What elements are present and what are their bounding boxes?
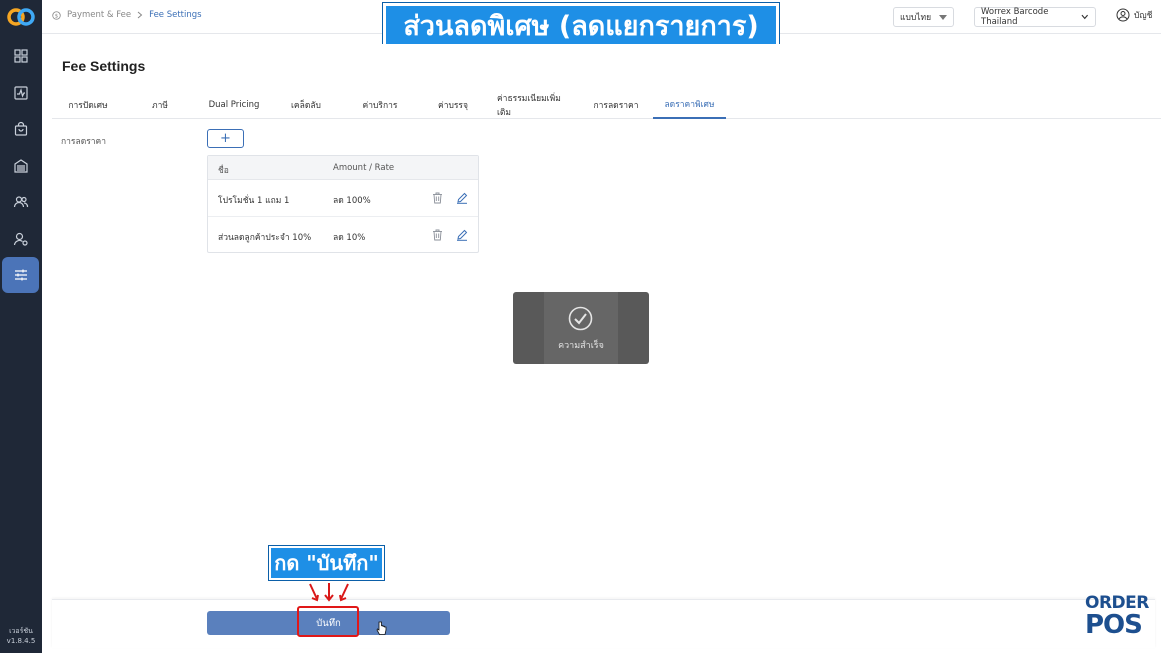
tab-discount[interactable]: การลดราคา bbox=[591, 91, 641, 119]
page-title: Fee Settings bbox=[62, 58, 146, 74]
edit-button[interactable] bbox=[455, 191, 469, 205]
check-circle-icon bbox=[568, 306, 593, 331]
user-settings-icon bbox=[13, 232, 28, 246]
pencil-icon bbox=[457, 192, 468, 204]
nav-settings[interactable] bbox=[2, 257, 39, 293]
nav-customers[interactable] bbox=[2, 184, 39, 220]
breadcrumb: $ Payment & Fee Fee Settings bbox=[52, 10, 202, 20]
nav-products[interactable] bbox=[2, 111, 39, 147]
chevron-right-icon bbox=[137, 11, 143, 19]
click-save-callout: กด "บันทึก" bbox=[269, 546, 384, 580]
tab-additional-fees[interactable]: ค่าธรรมเนียมเพิ่มเติม bbox=[497, 91, 573, 119]
tab-tips[interactable]: เคล็ดลับ bbox=[282, 91, 330, 119]
edit-button[interactable] bbox=[455, 228, 469, 242]
column-amount: Amount / Rate bbox=[333, 163, 395, 173]
language-select[interactable]: แบบไทย bbox=[893, 7, 954, 27]
account-menu[interactable]: บัญชี bbox=[1116, 8, 1152, 22]
tab-service-charge[interactable]: ค่าบริการ bbox=[354, 91, 406, 119]
orderpos-logo: ORDER POS bbox=[1085, 593, 1149, 640]
svg-text:$: $ bbox=[55, 13, 58, 19]
breadcrumb-current: Fee Settings bbox=[149, 10, 202, 20]
save-highlight bbox=[297, 606, 359, 637]
building-icon bbox=[13, 159, 28, 173]
trash-icon bbox=[432, 229, 442, 241]
discount-field-label: การลดราคา bbox=[61, 137, 107, 147]
bag-icon bbox=[14, 121, 27, 136]
store-select[interactable]: Worrex Barcode Thailand bbox=[974, 7, 1096, 27]
user-circle-icon bbox=[1116, 8, 1130, 22]
caret-down-icon bbox=[939, 14, 947, 20]
tab-special-discount[interactable]: ลดราคาพิเศษ bbox=[653, 91, 726, 119]
row-amount: ลด 10% bbox=[333, 233, 366, 243]
table-header: ชื่อ Amount / Rate bbox=[208, 156, 478, 180]
language-value: แบบไทย bbox=[900, 13, 932, 23]
chevron-down-icon bbox=[1081, 14, 1089, 20]
pencil-icon bbox=[457, 229, 468, 241]
column-name: ชื่อ bbox=[218, 166, 229, 176]
trash-icon bbox=[432, 192, 442, 204]
tab-tax[interactable]: ภาษี bbox=[138, 91, 182, 119]
toast-message: ความสำเร็จ bbox=[558, 341, 604, 351]
delete-button[interactable] bbox=[430, 191, 444, 205]
down-arrows-icon bbox=[309, 583, 349, 602]
users-icon bbox=[13, 196, 28, 208]
grid-icon bbox=[13, 49, 28, 63]
account-label: บัญชี bbox=[1134, 11, 1153, 21]
row-name: ส่วนลดลูกค้าประจำ 10% bbox=[218, 233, 312, 243]
breadcrumb-parent[interactable]: Payment & Fee bbox=[67, 10, 131, 20]
add-discount-button[interactable]: + bbox=[207, 129, 244, 148]
sidebar: เวอร์ชัน v1.8.4.5 bbox=[0, 0, 42, 653]
tab-rounding[interactable]: การปัดเศษ bbox=[60, 91, 116, 119]
version-label: เวอร์ชัน v1.8.4.5 bbox=[6, 627, 36, 645]
row-amount: ลด 100% bbox=[333, 196, 371, 206]
activity-icon bbox=[13, 86, 28, 100]
title-banner: ส่วนลดพิเศษ (ลดแยกรายการ) bbox=[383, 3, 779, 48]
discount-table: ชื่อ Amount / Rate โปรโมชั่น 1 แถม 1 ลด … bbox=[207, 155, 479, 253]
dollar-circle-icon: $ bbox=[52, 10, 61, 20]
tab-dual-pricing[interactable]: Dual Pricing bbox=[204, 91, 264, 119]
nav-reports[interactable] bbox=[2, 75, 39, 111]
table-row: ส่วนลดลูกค้าประจำ 10% ลด 10% bbox=[208, 217, 478, 254]
row-name: โปรโมชั่น 1 แถม 1 bbox=[218, 196, 290, 206]
sliders-icon bbox=[14, 269, 27, 281]
tab-packaging[interactable]: ค่าบรรจุ bbox=[427, 91, 479, 119]
delete-button[interactable] bbox=[430, 228, 444, 242]
nav-dashboard[interactable] bbox=[2, 38, 39, 74]
nav-staff[interactable] bbox=[2, 221, 39, 257]
tab-bar: การปัดเศษ ภาษี Dual Pricing เคล็ดลับ ค่า… bbox=[52, 91, 1161, 119]
app-logo[interactable] bbox=[6, 6, 36, 28]
hand-cursor-icon bbox=[376, 621, 387, 635]
store-value: Worrex Barcode Thailand bbox=[981, 7, 1049, 27]
table-row: โปรโมชั่น 1 แถม 1 ลด 100% bbox=[208, 180, 478, 217]
nav-store[interactable] bbox=[2, 148, 39, 184]
